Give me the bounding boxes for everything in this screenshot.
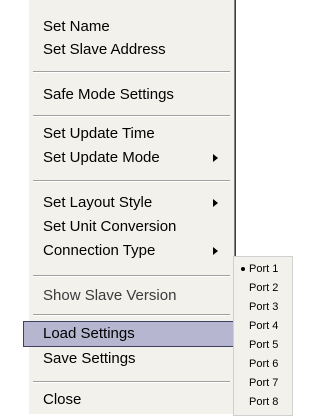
context-menu: Set Name Set Slave Address Safe Mode Set… <box>23 0 241 414</box>
menu-item-label: Connection Type <box>43 242 156 259</box>
submenu-item-label: Port 3 <box>249 301 279 313</box>
submenu-item-port-1[interactable]: Port 1 <box>234 260 292 278</box>
menu-item-set-update-mode[interactable]: Set Update Mode <box>29 146 234 170</box>
submenu-item-port-8[interactable]: Port 8 <box>234 393 292 411</box>
menu-item-set-update-time[interactable]: Set Update Time <box>29 122 234 146</box>
submenu-item-label: Port 1 <box>249 263 279 275</box>
submenu-item-label: Port 5 <box>249 339 279 351</box>
menu-item-show-slave-version[interactable]: Show Slave Version <box>29 284 234 308</box>
menu-separator <box>33 115 230 117</box>
bullet-icon <box>241 267 245 271</box>
submenu-item-port-3[interactable]: Port 3 <box>234 298 292 316</box>
menu-item-label: Close <box>43 391 82 408</box>
chevron-right-icon <box>213 154 218 162</box>
submenu-item-label: Port 6 <box>249 358 279 370</box>
menu-item-load-settings[interactable]: Load Settings <box>23 321 241 347</box>
submenu-item-port-4[interactable]: Port 4 <box>234 317 292 335</box>
chevron-right-icon <box>213 199 218 207</box>
menu-item-label: Save Settings <box>43 350 136 367</box>
submenu-item-label: Port 2 <box>249 282 279 294</box>
menu-item-connection-type[interactable]: Connection Type <box>29 239 234 263</box>
menu-item-label: Set Unit Conversion <box>43 218 177 235</box>
menu-separator <box>33 71 230 73</box>
menu-item-label: Set Layout Style <box>43 194 153 211</box>
menu-item-label: Set Update Time <box>43 125 155 142</box>
menu-separator <box>33 180 230 182</box>
submenu-item-label: Port 4 <box>249 320 279 332</box>
menu-item-set-unit-conversion[interactable]: Set Unit Conversion <box>29 215 234 239</box>
menu-item-label: Set Slave Address <box>43 41 166 58</box>
menu-item-safe-mode-settings[interactable]: Safe Mode Settings <box>29 83 234 107</box>
menu-item-label: Show Slave Version <box>43 287 177 304</box>
menu-separator <box>33 314 230 316</box>
menu-separator <box>33 275 230 277</box>
menu-item-label: Set Update Mode <box>43 149 160 166</box>
menu-item-label: Load Settings <box>43 325 135 342</box>
submenu-item-label: Port 7 <box>249 377 279 389</box>
menu-item-save-settings[interactable]: Save Settings <box>29 347 234 371</box>
menu-item-set-layout-style[interactable]: Set Layout Style <box>29 191 234 215</box>
submenu-item-label: Port 8 <box>249 396 279 408</box>
chevron-right-icon <box>213 247 218 255</box>
submenu-item-port-7[interactable]: Port 7 <box>234 374 292 392</box>
menu-separator <box>33 381 230 383</box>
menu-item-close[interactable]: Close <box>29 388 234 412</box>
submenu-item-port-2[interactable]: Port 2 <box>234 279 292 297</box>
menu-item-label: Safe Mode Settings <box>43 86 174 103</box>
menu-item-label: Set Name <box>43 18 110 35</box>
menu-item-set-slave-address[interactable]: Set Slave Address <box>29 38 234 62</box>
connection-type-submenu: Port 1 Port 2 Port 3 Port 4 Port 5 Port … <box>233 256 293 416</box>
menu-item-set-name[interactable]: Set Name <box>29 15 234 39</box>
submenu-item-port-5[interactable]: Port 5 <box>234 336 292 354</box>
submenu-item-port-6[interactable]: Port 6 <box>234 355 292 373</box>
